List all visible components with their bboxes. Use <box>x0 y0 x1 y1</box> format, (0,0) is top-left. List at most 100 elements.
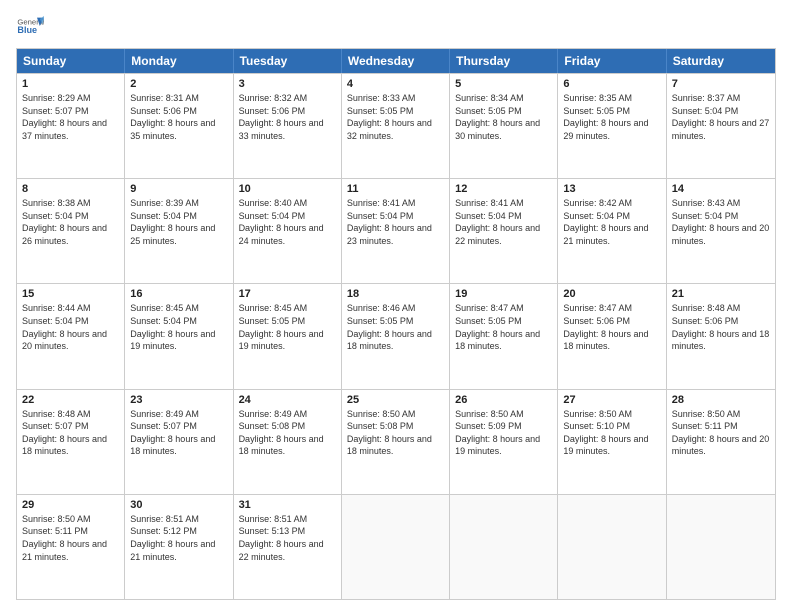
day-number: 26 <box>455 394 552 406</box>
day-info: Sunrise: 8:45 AM Sunset: 5:04 PM Dayligh… <box>130 302 227 352</box>
cal-week-1: 1 Sunrise: 8:29 AM Sunset: 5:07 PM Daylig… <box>17 73 775 178</box>
day-number: 19 <box>455 288 552 300</box>
day-number: 6 <box>563 78 660 90</box>
cal-day-empty <box>450 495 558 599</box>
day-number: 31 <box>239 499 336 511</box>
cal-day-11: 11 Sunrise: 8:41 AM Sunset: 5:04 PM Dayli… <box>342 179 450 283</box>
cal-day-13: 13 Sunrise: 8:42 AM Sunset: 5:04 PM Dayli… <box>558 179 666 283</box>
cal-day-20: 20 Sunrise: 8:47 AM Sunset: 5:06 PM Dayli… <box>558 284 666 388</box>
cal-day-9: 9 Sunrise: 8:39 AM Sunset: 5:04 PM Daylig… <box>125 179 233 283</box>
day-number: 27 <box>563 394 660 406</box>
day-info: Sunrise: 8:45 AM Sunset: 5:05 PM Dayligh… <box>239 302 336 352</box>
page-header: General Blue <box>16 12 776 40</box>
day-info: Sunrise: 8:31 AM Sunset: 5:06 PM Dayligh… <box>130 92 227 142</box>
day-number: 20 <box>563 288 660 300</box>
day-number: 1 <box>22 78 119 90</box>
cal-header-monday: Monday <box>125 49 233 73</box>
day-info: Sunrise: 8:50 AM Sunset: 5:09 PM Dayligh… <box>455 408 552 458</box>
day-number: 10 <box>239 183 336 195</box>
cal-week-5: 29 Sunrise: 8:50 AM Sunset: 5:11 PM Dayli… <box>17 494 775 599</box>
day-number: 9 <box>130 183 227 195</box>
cal-header-wednesday: Wednesday <box>342 49 450 73</box>
cal-day-29: 29 Sunrise: 8:50 AM Sunset: 5:11 PM Dayli… <box>17 495 125 599</box>
day-info: Sunrise: 8:29 AM Sunset: 5:07 PM Dayligh… <box>22 92 119 142</box>
day-info: Sunrise: 8:46 AM Sunset: 5:05 PM Dayligh… <box>347 302 444 352</box>
day-info: Sunrise: 8:50 AM Sunset: 5:08 PM Dayligh… <box>347 408 444 458</box>
day-info: Sunrise: 8:51 AM Sunset: 5:12 PM Dayligh… <box>130 513 227 563</box>
day-number: 12 <box>455 183 552 195</box>
day-info: Sunrise: 8:50 AM Sunset: 5:11 PM Dayligh… <box>22 513 119 563</box>
cal-day-17: 17Sunrise: 8:45 AM Sunset: 5:05 PM Dayli… <box>234 284 342 388</box>
cal-day-16: 16 Sunrise: 8:45 AM Sunset: 5:04 PM Dayli… <box>125 284 233 388</box>
day-info: Sunrise: 8:35 AM Sunset: 5:05 PM Dayligh… <box>563 92 660 142</box>
cal-day-31: 31Sunrise: 8:51 AM Sunset: 5:13 PM Dayli… <box>234 495 342 599</box>
cal-day-24: 24 Sunrise: 8:49 AM Sunset: 5:08 PM Dayli… <box>234 390 342 494</box>
day-info: Sunrise: 8:47 AM Sunset: 5:06 PM Dayligh… <box>563 302 660 352</box>
day-number: 5 <box>455 78 552 90</box>
day-number: 15 <box>22 288 119 300</box>
day-number: 2 <box>130 78 227 90</box>
day-info: Sunrise: 8:40 AM Sunset: 5:04 PM Dayligh… <box>239 197 336 247</box>
cal-day-4: 4 Sunrise: 8:33 AM Sunset: 5:05 PM Daylig… <box>342 74 450 178</box>
cal-day-1: 1 Sunrise: 8:29 AM Sunset: 5:07 PM Daylig… <box>17 74 125 178</box>
day-number: 24 <box>239 394 336 406</box>
cal-header-sunday: Sunday <box>17 49 125 73</box>
cal-day-25: 25 Sunrise: 8:50 AM Sunset: 5:08 PM Dayli… <box>342 390 450 494</box>
calendar-header-row: SundayMondayTuesdayWednesdayThursdayFrid… <box>17 49 775 73</box>
day-info: Sunrise: 8:48 AM Sunset: 5:06 PM Dayligh… <box>672 302 770 352</box>
cal-day-12: 12Sunrise: 8:41 AM Sunset: 5:04 PM Dayli… <box>450 179 558 283</box>
cal-day-empty <box>558 495 666 599</box>
day-info: Sunrise: 8:41 AM Sunset: 5:04 PM Dayligh… <box>347 197 444 247</box>
day-info: Sunrise: 8:33 AM Sunset: 5:05 PM Dayligh… <box>347 92 444 142</box>
day-info: Sunrise: 8:42 AM Sunset: 5:04 PM Dayligh… <box>563 197 660 247</box>
cal-day-2: 2 Sunrise: 8:31 AM Sunset: 5:06 PM Daylig… <box>125 74 233 178</box>
cal-day-3: 3Sunrise: 8:32 AM Sunset: 5:06 PM Daylig… <box>234 74 342 178</box>
day-number: 7 <box>672 78 770 90</box>
cal-day-10: 10 Sunrise: 8:40 AM Sunset: 5:04 PM Dayli… <box>234 179 342 283</box>
cal-day-7: 7Sunrise: 8:37 AM Sunset: 5:04 PM Daylig… <box>667 74 775 178</box>
day-info: Sunrise: 8:50 AM Sunset: 5:11 PM Dayligh… <box>672 408 770 458</box>
svg-text:Blue: Blue <box>17 25 37 35</box>
day-number: 4 <box>347 78 444 90</box>
cal-header-tuesday: Tuesday <box>234 49 342 73</box>
day-number: 18 <box>347 288 444 300</box>
day-number: 11 <box>347 183 444 195</box>
logo: General Blue <box>16 12 44 40</box>
day-number: 13 <box>563 183 660 195</box>
cal-day-14: 14Sunrise: 8:43 AM Sunset: 5:04 PM Dayli… <box>667 179 775 283</box>
calendar-body: 1 Sunrise: 8:29 AM Sunset: 5:07 PM Daylig… <box>17 73 775 599</box>
cal-day-15: 15 Sunrise: 8:44 AM Sunset: 5:04 PM Dayli… <box>17 284 125 388</box>
cal-day-5: 5 Sunrise: 8:34 AM Sunset: 5:05 PM Daylig… <box>450 74 558 178</box>
day-number: 3 <box>239 78 336 90</box>
day-info: Sunrise: 8:48 AM Sunset: 5:07 PM Dayligh… <box>22 408 119 458</box>
cal-day-22: 22Sunrise: 8:48 AM Sunset: 5:07 PM Dayli… <box>17 390 125 494</box>
cal-day-8: 8Sunrise: 8:38 AM Sunset: 5:04 PM Daylig… <box>17 179 125 283</box>
day-number: 21 <box>672 288 770 300</box>
cal-day-26: 26 Sunrise: 8:50 AM Sunset: 5:09 PM Dayli… <box>450 390 558 494</box>
day-number: 28 <box>672 394 770 406</box>
cal-week-4: 22Sunrise: 8:48 AM Sunset: 5:07 PM Dayli… <box>17 389 775 494</box>
day-number: 23 <box>130 394 227 406</box>
day-info: Sunrise: 8:49 AM Sunset: 5:08 PM Dayligh… <box>239 408 336 458</box>
cal-day-18: 18 Sunrise: 8:46 AM Sunset: 5:05 PM Dayli… <box>342 284 450 388</box>
cal-day-28: 28 Sunrise: 8:50 AM Sunset: 5:11 PM Dayli… <box>667 390 775 494</box>
day-info: Sunrise: 8:34 AM Sunset: 5:05 PM Dayligh… <box>455 92 552 142</box>
cal-day-empty <box>667 495 775 599</box>
day-info: Sunrise: 8:39 AM Sunset: 5:04 PM Dayligh… <box>130 197 227 247</box>
day-info: Sunrise: 8:44 AM Sunset: 5:04 PM Dayligh… <box>22 302 119 352</box>
cal-day-21: 21 Sunrise: 8:48 AM Sunset: 5:06 PM Dayli… <box>667 284 775 388</box>
cal-header-saturday: Saturday <box>667 49 775 73</box>
logo-icon: General Blue <box>16 12 44 40</box>
calendar: SundayMondayTuesdayWednesdayThursdayFrid… <box>16 48 776 600</box>
cal-day-empty <box>342 495 450 599</box>
cal-day-27: 27Sunrise: 8:50 AM Sunset: 5:10 PM Dayli… <box>558 390 666 494</box>
day-number: 16 <box>130 288 227 300</box>
day-number: 29 <box>22 499 119 511</box>
cal-header-friday: Friday <box>558 49 666 73</box>
day-number: 25 <box>347 394 444 406</box>
cal-day-30: 30 Sunrise: 8:51 AM Sunset: 5:12 PM Dayli… <box>125 495 233 599</box>
day-info: Sunrise: 8:38 AM Sunset: 5:04 PM Dayligh… <box>22 197 119 247</box>
day-number: 30 <box>130 499 227 511</box>
day-number: 14 <box>672 183 770 195</box>
cal-day-6: 6 Sunrise: 8:35 AM Sunset: 5:05 PM Daylig… <box>558 74 666 178</box>
